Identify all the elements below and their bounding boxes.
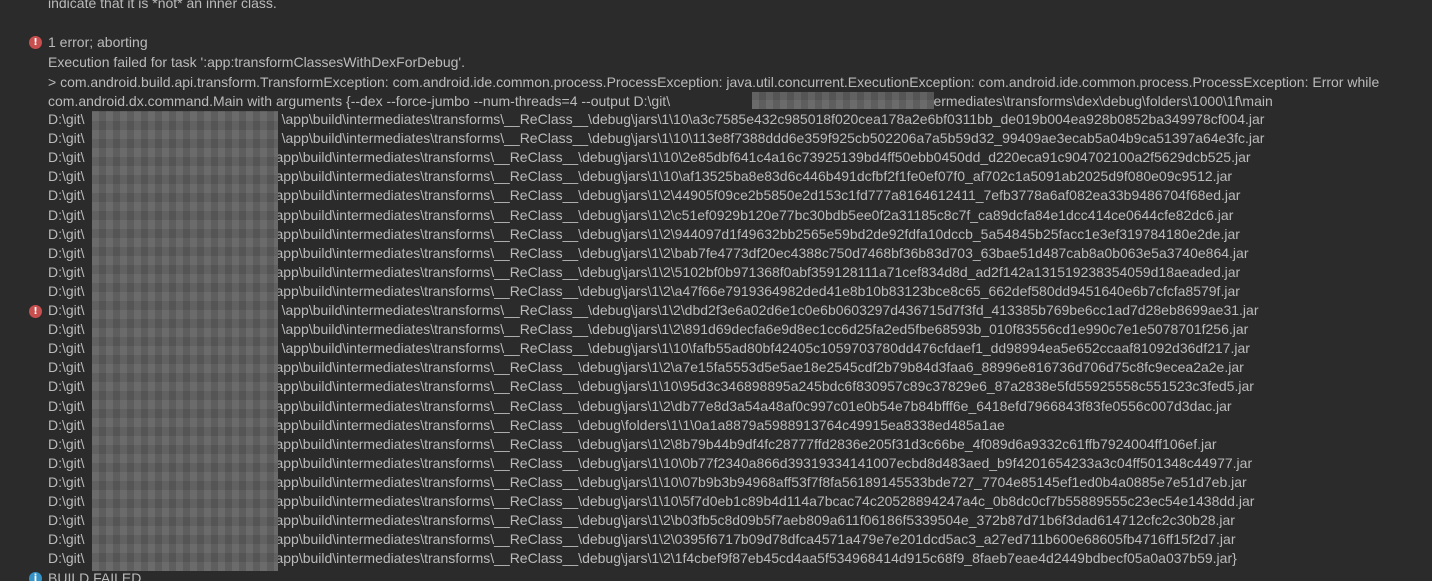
jar-path: \app\build\intermediates\transforms\__Re… xyxy=(271,282,1240,299)
jar-path: \app\build\intermediates\transforms\__Re… xyxy=(271,168,1233,185)
jar-path: \app\build\intermediates\transforms\__Re… xyxy=(271,225,1240,242)
path-prefix: D:\git\ xyxy=(48,321,85,338)
jar-path: \app\build\intermediates\transforms\__Re… xyxy=(271,206,1234,223)
path-prefix: D:\git\ xyxy=(48,473,85,490)
jar-path: \app\build\intermediates\transforms\__Re… xyxy=(271,263,1241,280)
build-console: indicate that it is *not* an inner class… xyxy=(0,0,1432,581)
jar-path: \app\build\intermediates\transforms\__Re… xyxy=(271,244,1249,261)
path-prefix: D:\git\ xyxy=(48,111,85,127)
jar-path: \app\build\intermediates\transforms\__Re… xyxy=(271,512,1235,529)
error-summary: 1 error; aborting xyxy=(48,34,148,50)
task-failed-message: Execution failed for task ':app:transfor… xyxy=(48,54,465,70)
info-circle-icon[interactable]: i xyxy=(29,572,42,581)
path-prefix: D:\git\ xyxy=(48,149,85,166)
path-prefix: D:\git\ xyxy=(48,454,85,471)
dx-args-prefix: com.android.dx.command.Main with argumen… xyxy=(48,93,671,109)
path-prefix: D:\git\ xyxy=(48,512,85,529)
path-prefix: D:\git\ xyxy=(48,435,85,452)
path-prefix: D:\git\ xyxy=(48,493,85,509)
redaction-block xyxy=(92,111,278,571)
jar-path: \app\build\intermediates\transforms\__Re… xyxy=(281,340,1250,357)
path-prefix: D:\git\ xyxy=(48,206,85,223)
path-prefix: D:\git\ xyxy=(48,187,85,204)
error-circle-icon[interactable]: ! xyxy=(29,305,42,318)
path-prefix: D:\git\ xyxy=(48,359,85,376)
path-prefix: D:\git\ xyxy=(48,244,85,261)
path-prefix: D:\git\ xyxy=(48,225,85,242)
error-circle-icon[interactable]: ! xyxy=(29,36,42,49)
jar-path: \app\build\intermediates\transforms\__Re… xyxy=(271,435,1217,452)
path-prefix: D:\git\ xyxy=(48,302,85,318)
console-line-inner-class-note: indicate that it is *not* an inner class… xyxy=(48,0,277,11)
path-prefix: D:\git\ xyxy=(48,550,85,567)
jar-path: \app\build\intermediates\transforms\__Re… xyxy=(271,378,1254,395)
path-prefix: D:\git\ xyxy=(48,282,85,299)
jar-path: \app\build\intermediates\transforms\__Re… xyxy=(271,550,1237,567)
jar-path: \app\build\intermediates\transforms\__Re… xyxy=(281,321,1249,338)
transform-exception: > com.android.build.api.transform.Transf… xyxy=(48,74,1380,90)
jar-path: \app\build\intermediates\transforms\__Re… xyxy=(271,397,1232,414)
jar-path: \app\build\intermediates\transforms\__Re… xyxy=(271,531,1236,548)
path-prefix: D:\git\ xyxy=(48,531,85,548)
jar-path: \app\build\intermediates\transforms\__Re… xyxy=(271,149,1251,166)
build-failed-status: BUILD FAILED xyxy=(48,570,142,581)
path-prefix: D:\git\ xyxy=(48,397,85,414)
jar-path: \app\build\intermediates\transforms\__Re… xyxy=(271,359,1244,376)
jar-path: \app\build\intermediates\transforms\__Re… xyxy=(281,302,1259,318)
jar-path: \app\build\intermediates\transforms\__Re… xyxy=(281,111,1265,127)
jar-path: \app\build\intermediates\transforms\__Re… xyxy=(271,454,1253,471)
path-prefix: D:\git\ xyxy=(48,130,85,147)
path-prefix: D:\git\ xyxy=(48,378,85,395)
jar-path: \app\build\intermediates\transforms\__Re… xyxy=(281,130,1265,147)
jar-path: \app\build\intermediates\transforms\__Re… xyxy=(271,473,1247,490)
path-prefix: D:\git\ xyxy=(48,263,85,280)
redaction-block xyxy=(752,92,934,109)
path-prefix: D:\git\ xyxy=(48,340,85,357)
jar-path: \app\build\intermediates\transforms\__Re… xyxy=(271,493,1255,509)
jar-path: \app\build\intermediates\transforms\__Re… xyxy=(271,187,1241,204)
dx-main-arguments: com.android.dx.command.Main with argumen… xyxy=(48,92,1273,111)
path-prefix: D:\git\ xyxy=(48,168,85,185)
jar-path: \app\build\intermediates\transforms\__Re… xyxy=(271,416,1005,433)
path-prefix: D:\git\ xyxy=(48,416,85,433)
